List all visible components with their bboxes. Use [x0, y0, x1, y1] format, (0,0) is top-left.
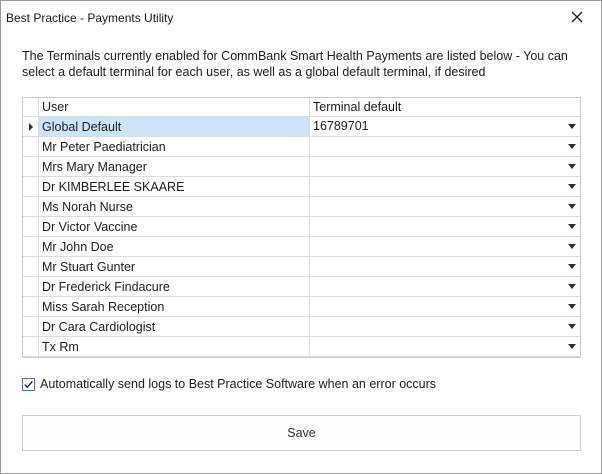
user-name: Mr John Doe	[42, 239, 114, 254]
table-row[interactable]: Ms Norah Nurse	[23, 196, 581, 217]
user-cell[interactable]: Dr Victor Vaccine	[38, 216, 310, 237]
terminal-dropdown[interactable]	[309, 256, 581, 277]
terminal-dropdown[interactable]	[309, 136, 581, 157]
row-header-cell[interactable]	[23, 156, 39, 177]
table-row[interactable]: Dr KIMBERLEE SKAARE	[23, 176, 581, 197]
chevron-down-icon	[568, 124, 576, 129]
column-header-user[interactable]: User	[38, 98, 310, 117]
terminal-dropdown[interactable]	[309, 316, 581, 337]
terminal-table: User Terminal default Global Default 1678…	[23, 98, 581, 359]
description-text: The Terminals currently enabled for Comm…	[22, 49, 568, 79]
send-logs-label: Automatically send logs to Best Practice…	[40, 377, 437, 391]
payments-utility-window: Best Practice - Payments Utility The Ter…	[0, 0, 602, 474]
table-row[interactable]: Mrs Mary Manager	[23, 156, 581, 177]
terminal-dropdown[interactable]	[309, 156, 581, 177]
chevron-down-icon	[568, 324, 576, 329]
terminal-dropdown[interactable]	[309, 196, 581, 217]
table-row[interactable]: Dr Frederick Findacure	[23, 276, 581, 297]
table-row[interactable]: Tx Rm	[23, 336, 581, 357]
terminal-dropdown[interactable]	[309, 216, 581, 237]
row-header-cell[interactable]	[23, 216, 39, 237]
terminal-dropdown[interactable]	[309, 276, 581, 297]
user-name: Dr KIMBERLEE SKAARE	[42, 179, 185, 194]
table-row[interactable]: Global Default 16789701	[23, 116, 581, 137]
terminal-value: 16789701	[313, 119, 369, 133]
row-header-cell[interactable]	[23, 236, 39, 257]
row-pointer-icon	[28, 122, 33, 131]
user-name: Mr Stuart Gunter	[42, 259, 136, 274]
chevron-down-icon	[568, 164, 576, 169]
terminal-dropdown[interactable]	[309, 296, 581, 317]
terminal-dropdown[interactable]: 16789701	[309, 116, 581, 137]
user-cell[interactable]: Mr John Doe	[38, 236, 310, 257]
user-cell[interactable]: Ms Norah Nurse	[38, 196, 310, 217]
row-header-cell[interactable]	[23, 176, 39, 197]
chevron-down-icon	[568, 344, 576, 349]
close-icon[interactable]	[569, 9, 585, 25]
table-row[interactable]: Mr John Doe	[23, 236, 581, 257]
chevron-down-icon	[568, 204, 576, 209]
chevron-down-icon	[568, 264, 576, 269]
terminal-dropdown[interactable]	[309, 336, 581, 357]
user-cell[interactable]: Mr Peter Paediatrician	[38, 136, 310, 157]
column-header-terminal[interactable]: Terminal default	[309, 98, 581, 117]
checkmark-icon	[24, 380, 33, 388]
user-name: Dr Cara Cardiologist	[42, 319, 156, 334]
chevron-down-icon	[568, 184, 576, 189]
user-name: Miss Sarah Reception	[42, 299, 165, 314]
user-name: Dr Victor Vaccine	[42, 219, 138, 234]
user-cell[interactable]: Dr Frederick Findacure	[38, 276, 310, 297]
row-header-cell[interactable]	[23, 276, 39, 297]
table-row[interactable]: Dr Victor Vaccine	[23, 216, 581, 237]
chevron-down-icon	[568, 304, 576, 309]
grid-empty-area	[23, 357, 581, 360]
row-header-cell[interactable]	[23, 116, 39, 137]
user-cell[interactable]: Dr Cara Cardiologist	[38, 316, 310, 337]
terminal-grid: User Terminal default Global Default 1678…	[22, 97, 581, 358]
user-cell[interactable]: Dr KIMBERLEE SKAARE	[38, 176, 310, 197]
user-cell[interactable]: Tx Rm	[38, 336, 310, 357]
user-name: Dr Frederick Findacure	[42, 279, 170, 294]
user-cell[interactable]: Global Default	[38, 116, 310, 137]
table-row[interactable]: Miss Sarah Reception	[23, 296, 581, 317]
window-title: Best Practice - Payments Utility	[6, 11, 174, 25]
header-row: User Terminal default	[23, 98, 581, 117]
row-header-corner	[23, 98, 39, 117]
send-logs-checkbox[interactable]	[22, 377, 35, 391]
title-bar: Best Practice - Payments Utility	[1, 1, 601, 35]
user-cell[interactable]: Miss Sarah Reception	[38, 296, 310, 317]
user-name: Ms Norah Nurse	[42, 199, 133, 214]
row-header-cell[interactable]	[23, 296, 39, 317]
user-name: Mrs Mary Manager	[42, 159, 147, 174]
user-name: Mr Peter Paediatrician	[42, 139, 166, 154]
terminal-dropdown[interactable]	[309, 236, 581, 257]
chevron-down-icon	[568, 144, 576, 149]
table-row[interactable]: Dr Cara Cardiologist	[23, 316, 581, 337]
row-header-cell[interactable]	[23, 196, 39, 217]
chevron-down-icon	[568, 284, 576, 289]
table-row[interactable]: Mr Peter Paediatrician	[23, 136, 581, 157]
user-cell[interactable]: Mrs Mary Manager	[38, 156, 310, 177]
table-row[interactable]: Mr Stuart Gunter	[23, 256, 581, 277]
row-header-cell[interactable]	[23, 316, 39, 337]
chevron-down-icon	[568, 224, 576, 229]
send-logs-option[interactable]: Automatically send logs to Best Practice…	[22, 375, 436, 393]
user-cell[interactable]: Mr Stuart Gunter	[38, 256, 310, 277]
terminal-dropdown[interactable]	[309, 176, 581, 197]
row-header-cell[interactable]	[23, 136, 39, 157]
row-header-cell[interactable]	[23, 256, 39, 277]
user-name: Global Default	[42, 119, 122, 134]
row-header-cell[interactable]	[23, 336, 39, 357]
user-name: Tx Rm	[42, 339, 79, 354]
chevron-down-icon	[568, 244, 576, 249]
save-button[interactable]: Save	[22, 415, 581, 451]
